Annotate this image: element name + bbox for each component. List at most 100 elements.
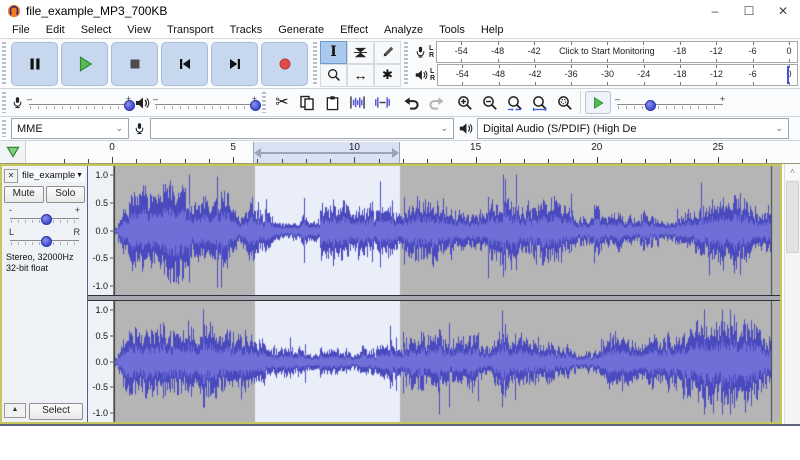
ibeam-icon: I: [330, 44, 337, 60]
recording-meter[interactable]: LR -54 -48 -42 -18 -12 -6 0 Click to Start Moni…: [414, 41, 798, 63]
envelope-icon: [353, 47, 368, 57]
zoom-selection-button[interactable]: [503, 91, 527, 115]
toolbar-grip[interactable]: [313, 42, 317, 85]
speaker-icon: [134, 95, 150, 111]
play-speed-thumb[interactable]: [645, 99, 657, 111]
menu-item-view[interactable]: View: [119, 24, 159, 36]
menu-item-generate[interactable]: Generate: [270, 24, 332, 36]
pause-button[interactable]: [11, 41, 58, 86]
pan-thumb[interactable]: [40, 236, 52, 247]
zoom-toggle-button[interactable]: [553, 91, 577, 115]
play-button[interactable]: [61, 41, 108, 86]
scrollbar-thumb[interactable]: [786, 181, 799, 253]
vruler-label: 0.5: [95, 330, 108, 341]
menu-item-effect[interactable]: Effect: [332, 24, 376, 36]
gain-thumb[interactable]: [40, 214, 52, 225]
recording-volume-slider[interactable]: – +: [27, 94, 135, 111]
menu-item-help[interactable]: Help: [473, 24, 512, 36]
recording-device-select[interactable]: ⌄: [150, 118, 454, 139]
toolbar-grip[interactable]: [2, 120, 6, 137]
close-button[interactable]: ✕: [766, 0, 800, 21]
zoom-out-button[interactable]: [478, 91, 502, 115]
menu-item-select[interactable]: Select: [73, 24, 120, 36]
empty-area-below-tracks[interactable]: [0, 424, 800, 426]
undo-button[interactable]: [399, 91, 423, 115]
maximize-button[interactable]: ☐: [732, 0, 766, 21]
toolbar-dock: I ↔ ✱ LR -54 -48 -42 -18 -12 -6 0 Click to Star…: [0, 39, 800, 141]
menu-item-transport[interactable]: Transport: [159, 24, 222, 36]
stop-button[interactable]: [111, 41, 158, 86]
solo-button[interactable]: Solo: [45, 186, 85, 203]
title-bar: file_example_MP3_700KB – ☐ ✕: [0, 0, 800, 21]
zoom-in-button[interactable]: [453, 91, 477, 115]
menu-item-edit[interactable]: Edit: [38, 24, 73, 36]
menu-item-analyze[interactable]: Analyze: [376, 24, 431, 36]
trim-audio-button[interactable]: [345, 91, 369, 115]
track-format-line1: Stereo, 32000Hz: [6, 252, 74, 262]
recording-volume-thumb[interactable]: [123, 99, 135, 111]
scissors-icon: ✂: [275, 93, 289, 111]
playback-meter-bar[interactable]: -54-48-42-36-30-24-18-12-60: [437, 64, 798, 86]
draw-tool-button[interactable]: [374, 40, 401, 64]
play-at-speed-button[interactable]: [585, 91, 611, 114]
collapse-track-button[interactable]: ▲: [4, 403, 26, 418]
recording-meter-bar[interactable]: -54 -48 -42 -18 -12 -6 0 Click to Start Monitor…: [436, 41, 798, 63]
play-icon: [79, 55, 92, 72]
redo-icon: [428, 97, 444, 110]
playback-volume-thumb[interactable]: [249, 99, 261, 111]
cut-button[interactable]: ✂: [270, 91, 294, 115]
track-select-button[interactable]: Select: [29, 403, 83, 420]
track-name: file_example: [22, 170, 76, 181]
vertical-ruler-right-channel[interactable]: 1.0 0.5 0.0 -0.5 -1.0: [88, 301, 114, 422]
audio-host-select[interactable]: MME ⌄: [11, 118, 129, 139]
track-close-button[interactable]: ✕: [4, 168, 18, 183]
scroll-up-icon[interactable]: ˄: [785, 164, 800, 179]
meter-scale-label: -36: [564, 69, 578, 79]
timeline-options-button[interactable]: [0, 141, 26, 163]
minimize-button[interactable]: –: [698, 0, 732, 21]
skip-to-start-button[interactable]: [161, 41, 208, 86]
gain-slider[interactable]: - +: [9, 205, 80, 225]
time-shift-icon: ↔: [353, 67, 368, 83]
waveform-right-channel[interactable]: [114, 301, 780, 422]
toolbar-grip[interactable]: [2, 92, 6, 113]
meter-message[interactable]: Click to Start Monitoring: [556, 46, 658, 56]
skip-to-end-button[interactable]: [211, 41, 258, 86]
mute-button[interactable]: Mute: [4, 186, 44, 203]
play-speed-slider[interactable]: – +: [615, 94, 725, 111]
meter-scale-label: -18: [673, 46, 687, 56]
vertical-ruler-left-channel[interactable]: 1.0 0.5 0.0 -0.5 -1.0: [88, 166, 114, 295]
time-shift-tool-button[interactable]: ↔: [347, 63, 374, 87]
meter-playback-cursor: [787, 66, 790, 84]
menu-item-tools[interactable]: Tools: [431, 24, 473, 36]
menu-item-tracks[interactable]: Tracks: [222, 24, 271, 36]
ruler-label: 10: [348, 142, 360, 153]
recording-meter-channels: LR: [429, 45, 435, 59]
playback-meter[interactable]: LR -54-48-42-36-30-24-18-12-60: [414, 64, 798, 86]
playback-device-select[interactable]: Digital Audio (S/PDIF) (High De ⌄: [477, 118, 789, 139]
fit-project-button[interactable]: [528, 91, 552, 115]
selection-tool-button[interactable]: I: [320, 40, 347, 64]
meter-scale-label: -48: [492, 69, 506, 79]
pan-slider[interactable]: L R: [9, 227, 80, 247]
toolbar-grip[interactable]: [2, 42, 6, 85]
zoom-tool-button[interactable]: [320, 63, 347, 87]
waveform-left-channel[interactable]: [114, 166, 780, 295]
envelope-tool-button[interactable]: [347, 40, 374, 64]
device-toolbar: MME ⌄ ⌄ Digital Audio (S/PDIF) (High De …: [8, 117, 800, 140]
silence-audio-button[interactable]: [370, 91, 394, 115]
meter-scale-label: -30: [600, 69, 614, 79]
multi-tool-button[interactable]: ✱: [374, 63, 401, 87]
toolbar-grip[interactable]: [404, 42, 408, 85]
track-name-menu[interactable]: file_example ▼: [20, 169, 85, 182]
vertical-scrollbar[interactable]: ˄: [784, 164, 800, 424]
playback-volume-slider[interactable]: – +: [153, 94, 261, 111]
paste-button[interactable]: [320, 91, 344, 115]
time-ruler[interactable]: 0 5 10 15 20 25: [26, 141, 800, 163]
menu-item-file[interactable]: File: [4, 24, 38, 36]
copy-button[interactable]: [295, 91, 319, 115]
redo-button[interactable]: [424, 91, 448, 115]
zoom-out-icon: [482, 95, 498, 111]
record-button[interactable]: [261, 41, 308, 86]
toolbar-grip[interactable]: [262, 92, 266, 113]
